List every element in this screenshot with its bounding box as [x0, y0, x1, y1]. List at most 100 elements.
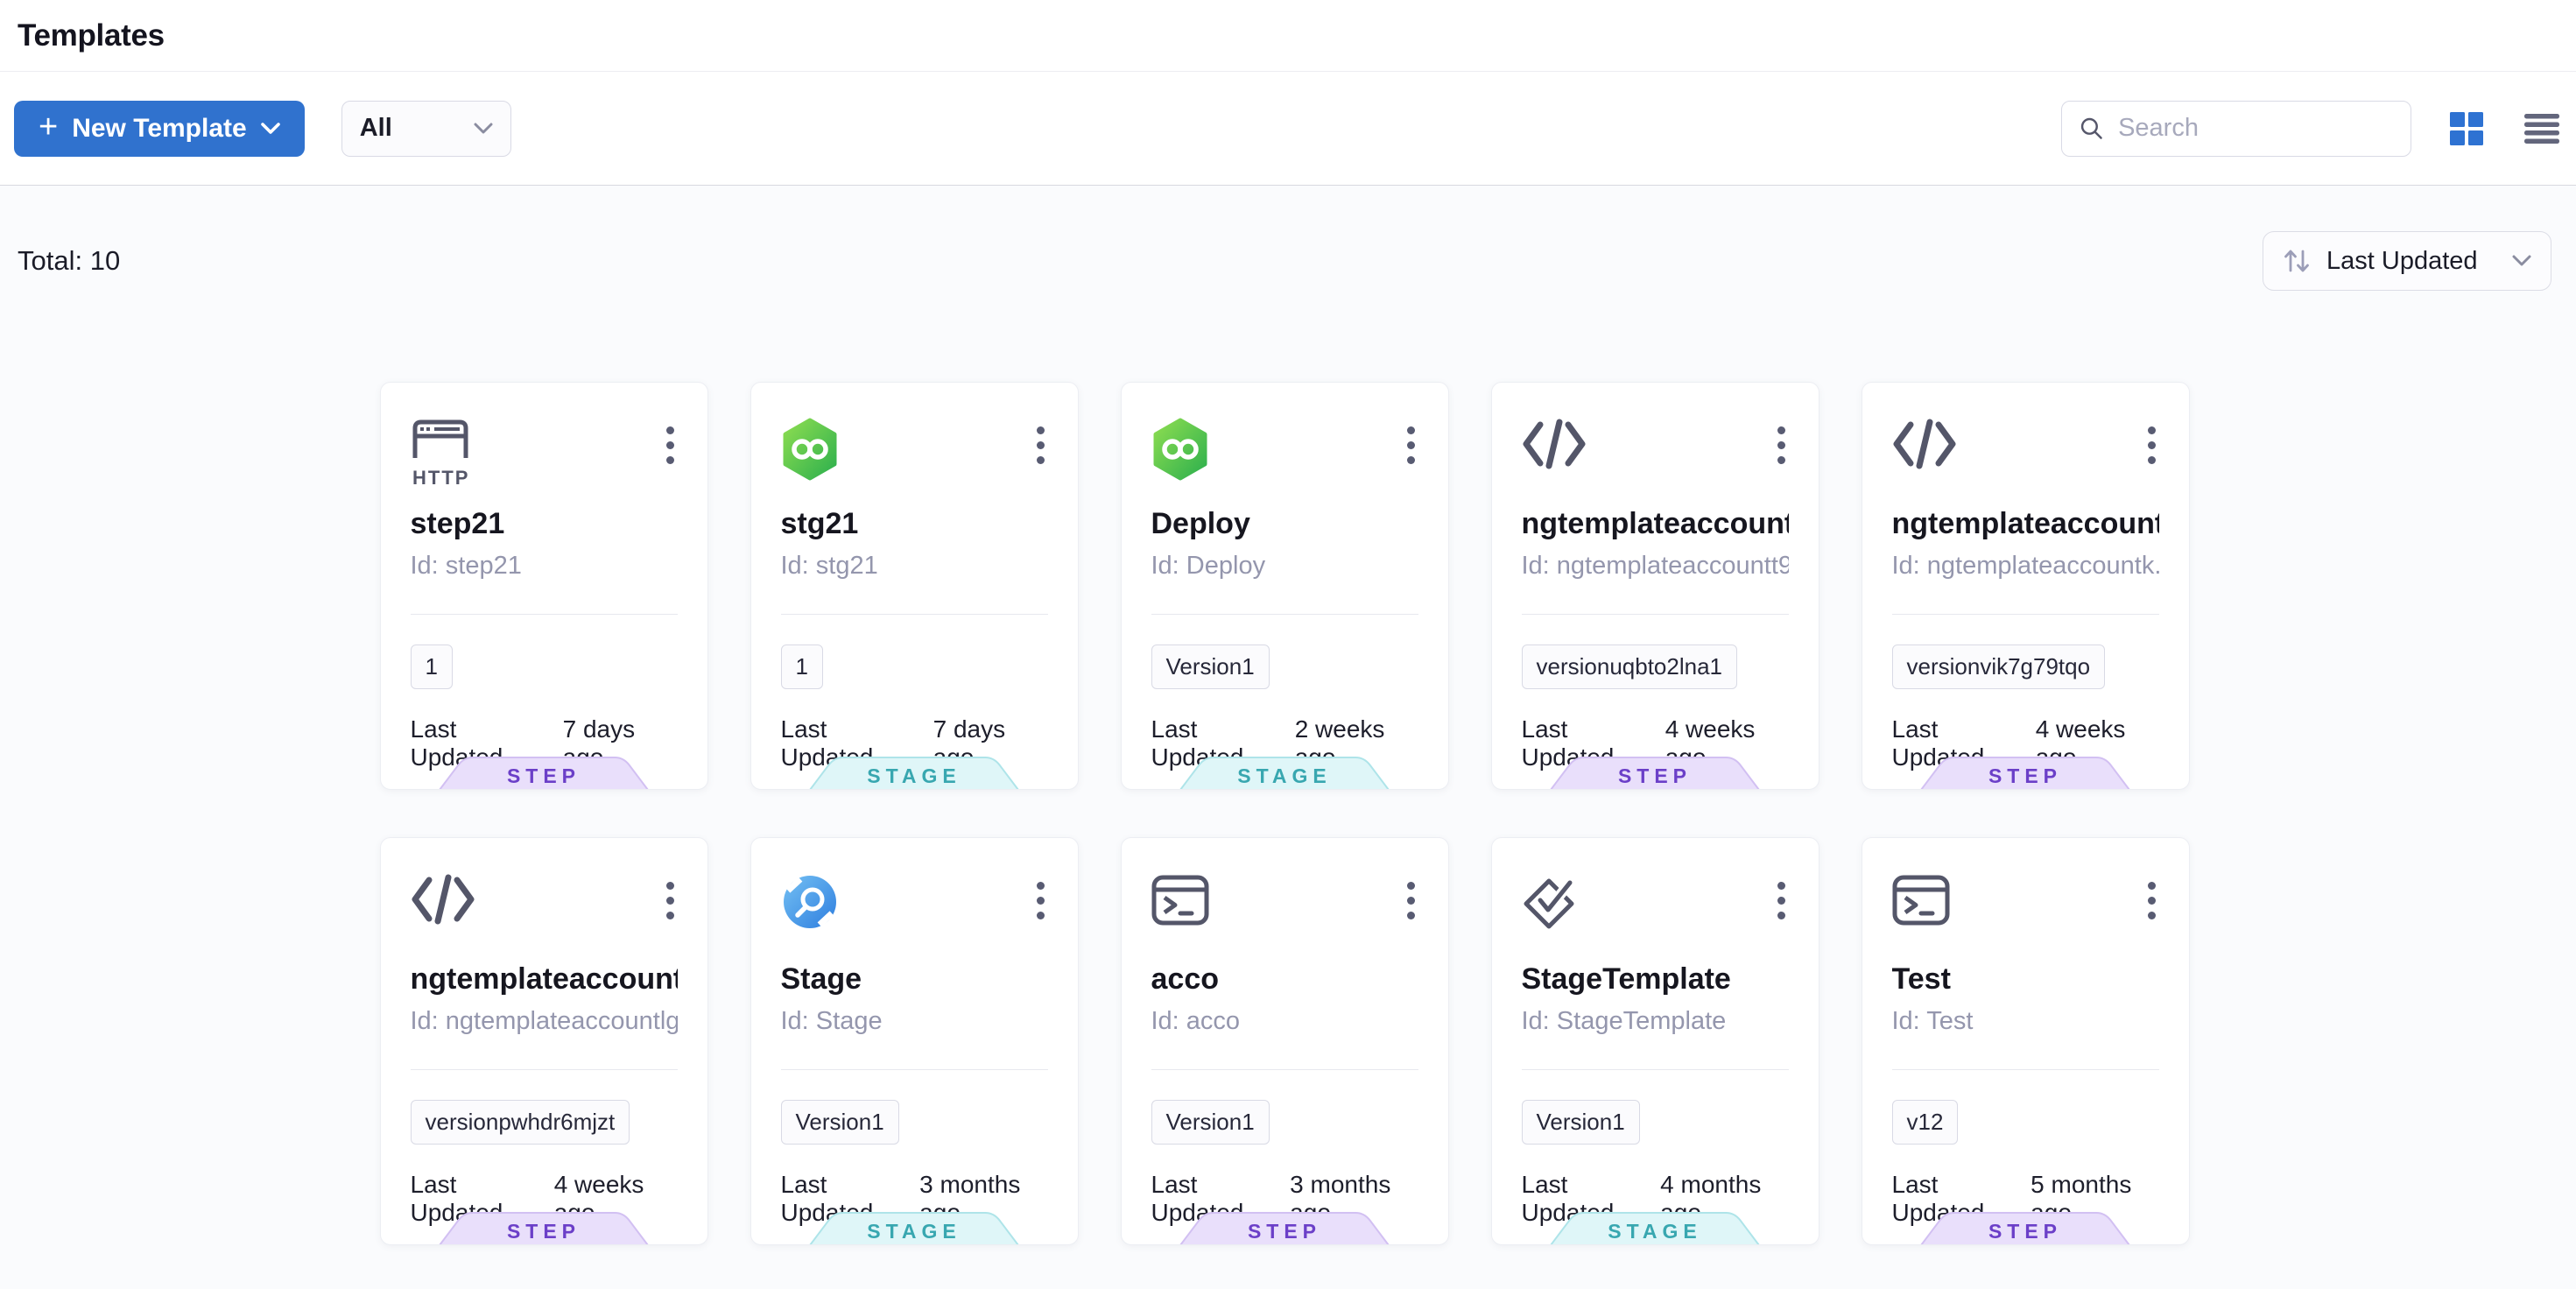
template-card[interactable]: acco Id: acco Version1 Last Updated 3 mo… [1121, 837, 1449, 1245]
version-chip: versionpwhdr6mjzt [411, 1100, 630, 1145]
code-icon [1892, 459, 1957, 474]
template-type-filter-value: All [360, 114, 392, 143]
chevron-down-icon [474, 123, 493, 135]
template-id: Id: ngtemplateaccountt9... [1522, 552, 1789, 581]
chevron-down-icon [2512, 255, 2531, 267]
version-chip: versionuqbto2lna1 [1522, 644, 1738, 689]
templates-content: Total: 10 Last Updated HTTP step21 Id: s… [0, 186, 2576, 1289]
sort-arrows-icon [2283, 246, 2311, 276]
card-menu-button[interactable] [1392, 419, 1431, 470]
card-menu-button[interactable] [2133, 875, 2171, 926]
template-name: ngtemplateaccountk... [1892, 507, 2159, 541]
search-icon [2080, 115, 2104, 143]
card-menu-button[interactable] [1763, 419, 1801, 470]
template-id: Id: StageTemplate [1522, 1007, 1789, 1036]
template-cards-grid: HTTP step21 Id: step21 1 Last Updated 7 … [380, 382, 2190, 1245]
terminal-icon [1892, 916, 1950, 931]
entity-type-badge: STAGE [1179, 757, 1390, 790]
template-id: Id: stg21 [781, 552, 1048, 581]
template-name: Deploy [1151, 507, 1418, 541]
template-card[interactable]: HTTP step21 Id: step21 1 Last Updated 7 … [380, 382, 708, 790]
entity-type-badge: STAGE [809, 1212, 1019, 1245]
template-icon-row [411, 873, 678, 950]
code-icon [411, 914, 475, 929]
entity-type-badge-label: STAGE [809, 764, 1019, 790]
card-menu-button[interactable] [1763, 875, 1801, 926]
sort-select-value: Last Updated [2326, 247, 2478, 276]
template-id: Id: Test [1892, 1007, 2159, 1036]
template-id: Id: ngtemplateaccountk... [1892, 552, 2159, 581]
entity-type-badge-label: STEP [1179, 1220, 1390, 1245]
version-chip: versionvik7g79tqo [1892, 644, 2106, 689]
page-title: Templates [18, 18, 165, 53]
terminal-icon [1151, 916, 1209, 931]
entity-type-badge-label: STEP [439, 764, 649, 790]
template-id: Id: Stage [781, 1007, 1048, 1036]
template-type-filter-select[interactable]: All [341, 101, 511, 157]
plus-icon: + [39, 110, 58, 144]
toolbar: + New Template All [0, 72, 2576, 186]
template-card[interactable]: StageTemplate Id: StageTemplate Version1… [1491, 837, 1819, 1245]
entity-type-badge-label: STAGE [1179, 764, 1390, 790]
code-icon [1522, 459, 1587, 474]
template-name: StageTemplate [1522, 962, 1789, 997]
template-name: step21 [411, 507, 678, 541]
template-icon-row [1151, 418, 1418, 495]
card-menu-button[interactable] [2133, 419, 2171, 470]
card-menu-button[interactable] [1022, 875, 1060, 926]
cicd-hexagon-icon [781, 469, 839, 484]
template-id: Id: ngtemplateaccountlg... [411, 1007, 678, 1036]
template-name: ngtemplateaccountt... [1522, 507, 1789, 541]
template-card[interactable]: ngtemplateaccountt... Id: ngtemplateacco… [1491, 382, 1819, 790]
template-card[interactable]: Deploy Id: Deploy Version1 Last Updated … [1121, 382, 1449, 790]
entity-type-badge-label: STEP [439, 1220, 649, 1245]
entity-type-badge: STEP [1920, 757, 2130, 790]
template-icon-row [781, 418, 1048, 495]
new-template-button-label: New Template [72, 114, 247, 144]
template-card[interactable]: stg21 Id: stg21 1 Last Updated 7 days ag… [750, 382, 1079, 790]
template-card[interactable]: ngtemplateaccountl... Id: ngtemplateacco… [380, 837, 708, 1245]
template-icon-row: HTTP [411, 418, 678, 495]
sort-select[interactable]: Last Updated [2263, 231, 2551, 291]
approval-diamond-icon [1522, 919, 1580, 934]
template-icon-row [1522, 873, 1789, 950]
entity-type-badge-label: STEP [1920, 764, 2130, 790]
entity-type-badge-label: STEP [1550, 764, 1760, 790]
template-card[interactable]: Test Id: Test v12 Last Updated 5 months … [1862, 837, 2190, 1245]
version-chip: Version1 [1151, 644, 1270, 689]
template-card[interactable]: Stage Id: Stage Version1 Last Updated 3 … [750, 837, 1079, 1245]
template-icon-row [781, 873, 1048, 950]
chevron-down-icon [261, 123, 280, 135]
template-id: Id: acco [1151, 1007, 1418, 1036]
grid-view-toggle[interactable] [2446, 109, 2487, 149]
total-count-label: Total: 10 [18, 245, 120, 277]
template-id: Id: Deploy [1151, 552, 1418, 581]
list-view-toggle[interactable] [2522, 109, 2562, 149]
new-template-button[interactable]: + New Template [14, 101, 305, 157]
version-chip: Version1 [781, 1100, 899, 1145]
card-menu-button[interactable] [1392, 875, 1431, 926]
template-icon-row [1892, 873, 2159, 950]
entity-type-badge-label: STAGE [809, 1220, 1019, 1245]
template-icon-row [1522, 418, 1789, 495]
list-view-icon [2523, 111, 2561, 146]
template-name: ngtemplateaccountl... [411, 962, 678, 997]
card-menu-button[interactable] [651, 419, 690, 470]
template-name: stg21 [781, 507, 1048, 541]
template-name: Stage [781, 962, 1048, 997]
entity-type-badge: STEP [1920, 1212, 2130, 1245]
search-input[interactable] [2118, 114, 2393, 143]
template-name: Test [1892, 962, 2159, 997]
template-card[interactable]: ngtemplateaccountk... Id: ngtemplateacco… [1862, 382, 2190, 790]
version-chip: 1 [781, 644, 823, 689]
template-id: Id: step21 [411, 552, 678, 581]
card-menu-button[interactable] [1022, 419, 1060, 470]
toolbar-right-group [2061, 101, 2562, 157]
page-header: Templates [0, 0, 2576, 72]
results-summary-row: Total: 10 Last Updated [18, 186, 2551, 291]
version-chip: Version1 [1151, 1100, 1270, 1145]
version-chip: v12 [1892, 1100, 1959, 1145]
card-menu-button[interactable] [651, 875, 690, 926]
entity-type-badge: STEP [1550, 757, 1760, 790]
custom-stage-icon [781, 919, 839, 934]
